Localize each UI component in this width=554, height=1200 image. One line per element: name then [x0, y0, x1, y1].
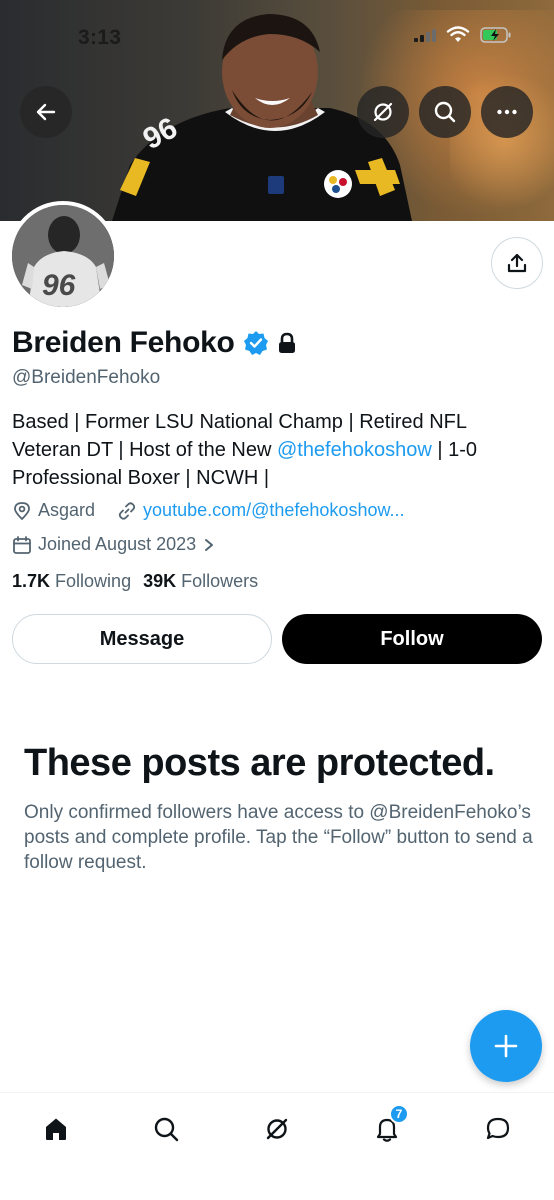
link-icon: [118, 501, 136, 520]
status-icons: [414, 26, 512, 44]
bio-mention-link[interactable]: @thefehokoshow: [277, 439, 432, 461]
share-button[interactable]: [491, 237, 543, 289]
verified-badge-icon[interactable]: [243, 330, 269, 356]
profile-name: Breiden Fehoko: [12, 326, 235, 359]
more-icon: [497, 109, 517, 115]
followers-link[interactable]: 39K Followers: [143, 571, 258, 592]
avatar[interactable]: 96: [8, 201, 118, 311]
profile-name-row: Breiden Fehoko: [12, 326, 297, 360]
search-icon: [434, 101, 456, 123]
grok-icon: [266, 1118, 288, 1140]
share-icon: [507, 253, 527, 273]
profile-banner[interactable]: 96 3:13: [0, 0, 554, 221]
search-icon: [154, 1117, 179, 1142]
home-icon: [46, 1118, 66, 1140]
bottom-nav: 7: [0, 1092, 554, 1200]
search-button[interactable]: [419, 86, 471, 138]
protected-body: Only confirmed followers have access to …: [24, 802, 533, 873]
profile-bio: Based | Former LSU National Champ | Reti…: [12, 408, 532, 492]
followers-count: 39K: [143, 571, 177, 591]
nav-grok[interactable]: [255, 1107, 299, 1151]
avatar-jersey-number: 96: [42, 269, 76, 302]
follow-button[interactable]: Follow: [282, 614, 542, 664]
website-item[interactable]: youtube.com/@thefehokoshow...: [117, 500, 404, 521]
grok-icon: [373, 102, 393, 122]
nav-notifications[interactable]: 7: [365, 1104, 409, 1151]
chevron-right-icon: [205, 538, 214, 551]
compose-button[interactable]: [470, 1010, 542, 1082]
more-button[interactable]: [481, 86, 533, 138]
following-link[interactable]: 1.7K Following: [12, 571, 131, 592]
signal-icon: [414, 29, 436, 42]
grok-button[interactable]: [357, 86, 409, 138]
notifications-badge: 7: [389, 1104, 409, 1124]
protected-title: These posts are protected.: [24, 742, 495, 784]
calendar-icon: [13, 535, 31, 554]
message-button[interactable]: Message: [12, 614, 272, 664]
location-item: Asgard: [12, 500, 95, 521]
profile-meta-row: Asgard youtube.com/@thefehokoshow...: [12, 500, 404, 521]
following-label: Following: [55, 571, 132, 591]
nav-home[interactable]: [34, 1107, 78, 1151]
avatar-photo: 96: [12, 205, 114, 307]
message-icon: [486, 1117, 510, 1140]
follow-counts: 1.7K Following 39K Followers: [12, 571, 258, 592]
back-button[interactable]: [20, 86, 72, 138]
following-count: 1.7K: [12, 571, 51, 591]
joined-row: Joined August 2023: [12, 534, 216, 555]
lock-icon: [278, 332, 295, 353]
joined-item[interactable]: Joined August 2023: [12, 534, 216, 555]
status-time: 3:13: [78, 26, 122, 49]
nav-search[interactable]: [144, 1107, 188, 1151]
followers-label: Followers: [181, 571, 259, 591]
plus-icon: [494, 1034, 518, 1058]
profile-joined: Joined August 2023: [38, 534, 197, 554]
arrow-left-icon: [36, 103, 56, 121]
wifi-icon: [446, 26, 470, 42]
profile-handle: @BreidenFehoko: [12, 367, 161, 388]
nav-messages[interactable]: [476, 1107, 520, 1151]
battery-icon: [480, 27, 511, 43]
location-pin-icon: [14, 501, 30, 520]
profile-location: Asgard: [38, 500, 96, 520]
profile-website-link[interactable]: youtube.com/@thefehokoshow...: [143, 500, 404, 521]
